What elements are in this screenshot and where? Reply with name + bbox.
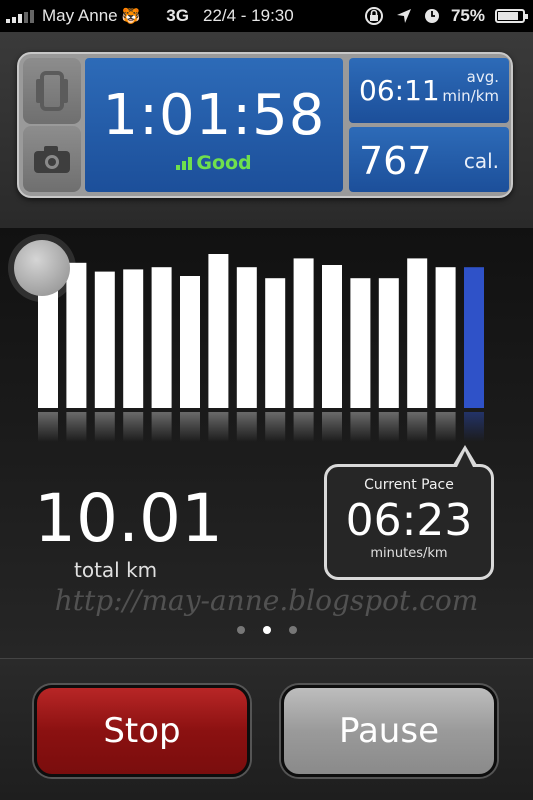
chart-bar: [94, 271, 115, 408]
chart-bar: [236, 267, 257, 408]
chart-bar-reflection: [236, 412, 257, 442]
status-datetime: 22/4 - 19:30: [202, 6, 294, 25]
page-indicator[interactable]: [0, 626, 533, 634]
total-distance-label: total km: [74, 558, 158, 582]
elapsed-time: 1:01:58: [102, 82, 326, 148]
chart-bar: [350, 278, 371, 408]
header-area: 1:01:58 Good 06:11 avg. min/km 767 cal.: [0, 32, 533, 228]
chart-bar-reflection: [123, 412, 144, 442]
chart-bar: [435, 267, 456, 408]
current-pace-bubble: Current Pace 06:23 minutes/km: [324, 445, 494, 580]
duration-display: 1:01:58 Good: [85, 58, 343, 192]
avg-pace-unit: avg. min/km: [442, 68, 499, 106]
main-area: 10.01 total km Current Pace 06:23 minute…: [0, 228, 533, 658]
chart-bar-reflection: [407, 412, 428, 442]
total-distance-value: 10.01: [34, 480, 223, 557]
chart-bar: [322, 265, 342, 408]
screen-lock-icon: [36, 71, 68, 111]
chart-bar: [407, 258, 428, 408]
chart-bar: [293, 258, 314, 408]
watermark: http://may-anne.blogspot.com: [54, 584, 479, 617]
current-pace-unit: minutes/km: [370, 546, 448, 561]
split-pace-chart[interactable]: [0, 228, 533, 458]
chart-bar-reflection: [38, 412, 58, 442]
current-pace-value: 06:23: [345, 495, 473, 546]
chart-bar: [66, 262, 87, 408]
gps-signal-icon: [176, 156, 193, 170]
screen-lock-button[interactable]: [23, 58, 81, 124]
avg-pace-unit-line1: avg.: [466, 68, 499, 86]
calories-value: 767: [359, 139, 432, 183]
network-type: 3G: [166, 6, 189, 25]
chart-bar: [265, 278, 286, 408]
alarm-clock-icon: [424, 9, 439, 23]
camera-button[interactable]: [23, 126, 81, 192]
rotation-lock-icon: [364, 7, 383, 25]
status-bar: May Anne 🐯 3G 22/4 - 19:30 75%: [0, 0, 533, 32]
carrier-emoji: 🐯: [121, 8, 141, 25]
chart-bar: [151, 267, 172, 408]
page-dot-1[interactable]: [236, 626, 245, 634]
carrier-name: May Anne: [42, 6, 118, 25]
camera-icon: [34, 146, 70, 173]
page-dot-2[interactable]: [262, 626, 271, 634]
chart-bar-reflection: [378, 412, 399, 442]
chart-bar: [464, 267, 484, 408]
location-arrow-icon: [396, 9, 411, 23]
gps-signal: Good: [176, 151, 252, 174]
chart-bar-reflection: [464, 412, 484, 442]
chart-bar: [180, 276, 200, 408]
chart-scroll-handle[interactable]: [14, 240, 70, 296]
avg-pace-box: 06:11 avg. min/km: [349, 58, 509, 123]
action-bar: Stop Pause: [0, 658, 533, 800]
battery-percent: 75%: [450, 6, 485, 25]
chart-bar-reflection: [265, 412, 286, 442]
signal-strength-icon: [6, 9, 34, 23]
page-dot-3[interactable]: [288, 626, 297, 634]
stop-button[interactable]: Stop: [34, 685, 250, 777]
chart-bar-reflection: [151, 412, 172, 442]
avg-pace-value: 06:11: [359, 74, 440, 107]
chart-bar-reflection: [322, 412, 342, 442]
chart-bar-reflection: [94, 412, 115, 442]
gps-status-label: Good: [196, 151, 252, 174]
chart-bar-reflection: [180, 412, 200, 442]
avg-pace-unit-line2: min/km: [442, 87, 499, 105]
chart-bar-reflection: [350, 412, 371, 442]
calories-box: 767 cal.: [349, 127, 509, 192]
chart-bar-reflection: [66, 412, 87, 442]
chart-bar: [378, 278, 399, 408]
chart-bar-reflection: [435, 412, 456, 442]
workout-summary-panel: 1:01:58 Good 06:11 avg. min/km 767 cal.: [17, 52, 513, 198]
calories-unit: cal.: [463, 149, 499, 173]
chart-bar-reflection: [293, 412, 314, 442]
chart-bar-reflection: [208, 412, 229, 442]
chart-bar: [208, 254, 229, 408]
current-pace-title: Current Pace: [364, 477, 454, 493]
pause-button[interactable]: Pause: [281, 685, 497, 777]
battery-icon: [495, 9, 528, 23]
chart-bar: [123, 269, 144, 408]
